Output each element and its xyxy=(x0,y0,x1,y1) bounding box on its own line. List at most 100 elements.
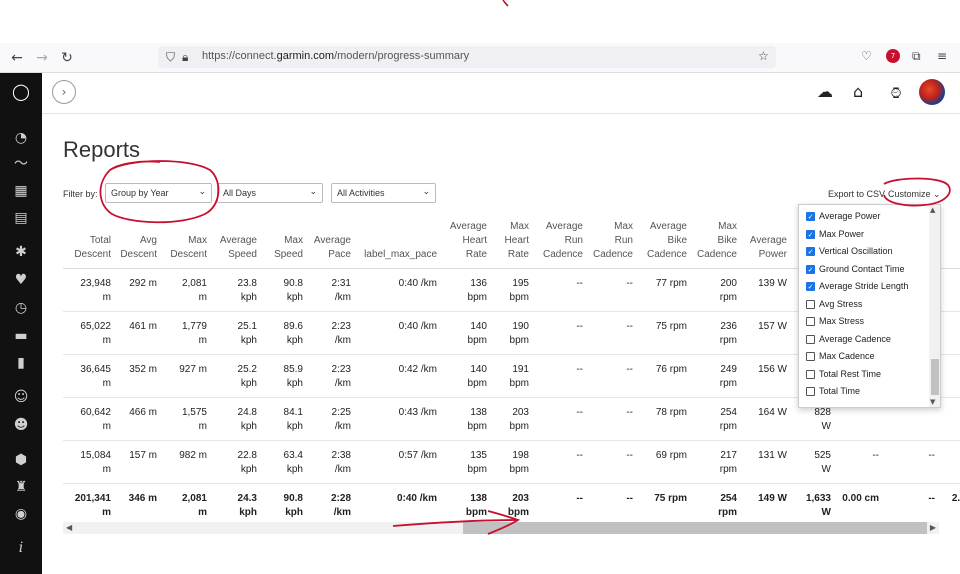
activity-icon[interactable]: 〜 xyxy=(12,155,30,173)
scroll-up-icon[interactable]: ▲ xyxy=(930,206,935,214)
extensions-icon[interactable]: ⧉ xyxy=(912,49,921,64)
statistics-icon[interactable]: ▮ xyxy=(12,354,30,372)
avatar[interactable] xyxy=(919,79,945,105)
menu-icon[interactable]: ≡ xyxy=(937,49,947,63)
lock-icon[interactable]: 🔒︎ xyxy=(182,50,188,65)
export-csv-link[interactable]: Export to CSV xyxy=(828,189,885,199)
shield-icon[interactable]: ⛉ xyxy=(166,50,175,65)
training-icon[interactable]: ✱ xyxy=(12,243,30,261)
forward-arrow-icon[interactable]: → xyxy=(33,49,51,67)
info-icon[interactable]: i xyxy=(12,539,30,557)
column-header[interactable]: Max Descent xyxy=(161,217,211,269)
column-header[interactable]: label_max_pace xyxy=(355,217,441,269)
calendar-icon[interactable]: ▦ xyxy=(12,182,30,200)
customize-menu-item[interactable]: Max Stress xyxy=(806,315,864,329)
scrollbar-thumb[interactable] xyxy=(463,522,927,534)
customize-menu-item[interactable]: Max Cadence xyxy=(806,350,875,364)
customize-menu-item[interactable]: Avg Stress xyxy=(806,298,862,312)
table-cell: 69 rpm xyxy=(637,440,691,484)
horizontal-scrollbar[interactable]: ◀ ▶ xyxy=(63,522,939,534)
column-header[interactable]: Max Speed xyxy=(261,217,307,269)
column-header[interactable]: Average Run Cadence xyxy=(533,217,587,269)
column-header[interactable]: Max Run Cadence xyxy=(587,217,637,269)
customize-menu-item[interactable]: ✓ Average Power xyxy=(806,210,880,224)
table-cell: 65,022 m xyxy=(63,311,115,355)
customize-menu-item[interactable]: ✓ Vertical Oscillation xyxy=(806,245,893,259)
group-by-select[interactable]: Group by Year ⌄ xyxy=(105,183,212,203)
scroll-right-icon[interactable]: ▶ xyxy=(930,522,936,534)
checkbox-checked-icon[interactable]: ✓ xyxy=(806,212,815,222)
customize-menu-item[interactable]: ✓ Ground Contact Time xyxy=(806,263,905,277)
gear-shoe-icon[interactable]: ▬ xyxy=(12,327,30,345)
checkbox-checked-icon[interactable]: ✓ xyxy=(806,247,815,257)
expand-sidebar-icon[interactable]: › xyxy=(52,80,76,104)
health-heart-icon[interactable]: ♥ xyxy=(12,271,30,289)
stopwatch-icon[interactable]: ◷ xyxy=(12,299,30,317)
customize-button[interactable]: Customize ⌄ xyxy=(888,189,941,200)
table-cell: 525 W xyxy=(791,440,835,484)
pocket-icon[interactable]: ♡ xyxy=(861,49,872,63)
filter-label: Filter by: xyxy=(63,189,98,199)
scroll-left-icon[interactable]: ◀ xyxy=(66,522,72,534)
checkbox-unchecked-icon[interactable] xyxy=(806,387,815,397)
checkbox-checked-icon[interactable]: ✓ xyxy=(806,264,815,274)
customize-menu-item[interactable]: ✓ Average Stride Length xyxy=(806,280,908,294)
cell-value: 75 rpm xyxy=(655,321,687,332)
column-header[interactable]: Average Bike Cadence xyxy=(637,217,691,269)
checkbox-unchecked-icon[interactable] xyxy=(806,334,815,344)
back-arrow-icon[interactable]: ← xyxy=(8,49,26,67)
table-cell: 254 rpm xyxy=(691,484,741,527)
table-cell: -- xyxy=(533,440,587,484)
column-header[interactable]: Total Descent xyxy=(63,217,115,269)
reports-icon[interactable]: ▤ xyxy=(12,209,30,227)
garmin-logo-icon[interactable]: ◯ xyxy=(12,83,30,101)
column-header[interactable]: Average Speed xyxy=(211,217,261,269)
upload-cloud-icon[interactable]: ☁ xyxy=(817,82,833,101)
column-header[interactable]: Average Pace xyxy=(307,217,355,269)
checkbox-unchecked-icon[interactable] xyxy=(806,352,815,362)
menu-scrollbar[interactable]: ▲ ▼ xyxy=(929,205,940,407)
groups-icon[interactable]: ☻ xyxy=(12,416,30,434)
connections-icon[interactable]: ☺ xyxy=(12,388,30,406)
customize-menu-item[interactable]: Average Cadence xyxy=(806,333,891,347)
table-cell: 201,341 m xyxy=(63,484,115,527)
scroll-down-icon[interactable]: ▼ xyxy=(930,398,935,406)
inbox-icon[interactable]: ⌂ xyxy=(853,82,863,101)
trophy-icon[interactable]: ♜ xyxy=(12,478,30,496)
url-text[interactable]: https://connect.garmin.com/modern/progre… xyxy=(202,50,469,62)
table-cell: 0:43 /km xyxy=(355,397,441,441)
table-cell: 157 m xyxy=(115,440,161,484)
badges-icon[interactable]: ⬢ xyxy=(12,451,30,469)
days-select[interactable]: All Days ⌄ xyxy=(217,183,323,203)
column-header[interactable]: Average Power xyxy=(741,217,791,269)
dashboard-icon[interactable]: ◔ xyxy=(12,129,30,147)
column-header[interactable]: Max Heart Rate xyxy=(491,217,533,269)
customize-menu-item[interactable]: ✓ Max Power xyxy=(806,228,864,242)
column-header[interactable]: Avg Descent xyxy=(115,217,161,269)
device-watch-icon[interactable]: ⌚︎ xyxy=(888,82,904,105)
challenges-icon[interactable]: ◉ xyxy=(12,505,30,523)
cell-value: bpm xyxy=(509,464,529,475)
column-header[interactable]: Average Heart Rate xyxy=(441,217,491,269)
menu-scrollbar-thumb[interactable] xyxy=(931,359,939,395)
bookmark-star-icon[interactable]: ☆ xyxy=(758,49,769,63)
cell-value: 75 rpm xyxy=(654,493,687,504)
checkbox-checked-icon[interactable]: ✓ xyxy=(806,282,815,292)
customize-menu-item[interactable]: Total Rest Time xyxy=(806,368,881,382)
checkbox-checked-icon[interactable]: ✓ xyxy=(806,229,815,239)
customize-menu-item[interactable]: Total Time xyxy=(806,385,860,399)
column-header-line: Heart xyxy=(462,235,487,246)
checkbox-unchecked-icon[interactable] xyxy=(806,317,815,327)
activities-select[interactable]: All Activities ⌄ xyxy=(331,183,436,203)
column-header[interactable]: Max Bike Cadence xyxy=(691,217,741,269)
cell-value: m xyxy=(102,292,111,303)
checkbox-unchecked-icon[interactable] xyxy=(806,299,815,309)
checkbox-unchecked-icon[interactable] xyxy=(806,369,815,379)
cell-value: m xyxy=(198,421,207,432)
column-header[interactable] xyxy=(939,217,960,269)
cell-value: 0:43 /km xyxy=(398,407,437,418)
reload-icon[interactable]: ↻ xyxy=(58,49,76,67)
table-cell: 135 bpm xyxy=(441,440,491,484)
extension-badge-icon[interactable]: 7 xyxy=(886,49,900,63)
address-bar[interactable]: ⛉ 🔒︎ https://connect.garmin.com/modern/p… xyxy=(158,46,776,68)
